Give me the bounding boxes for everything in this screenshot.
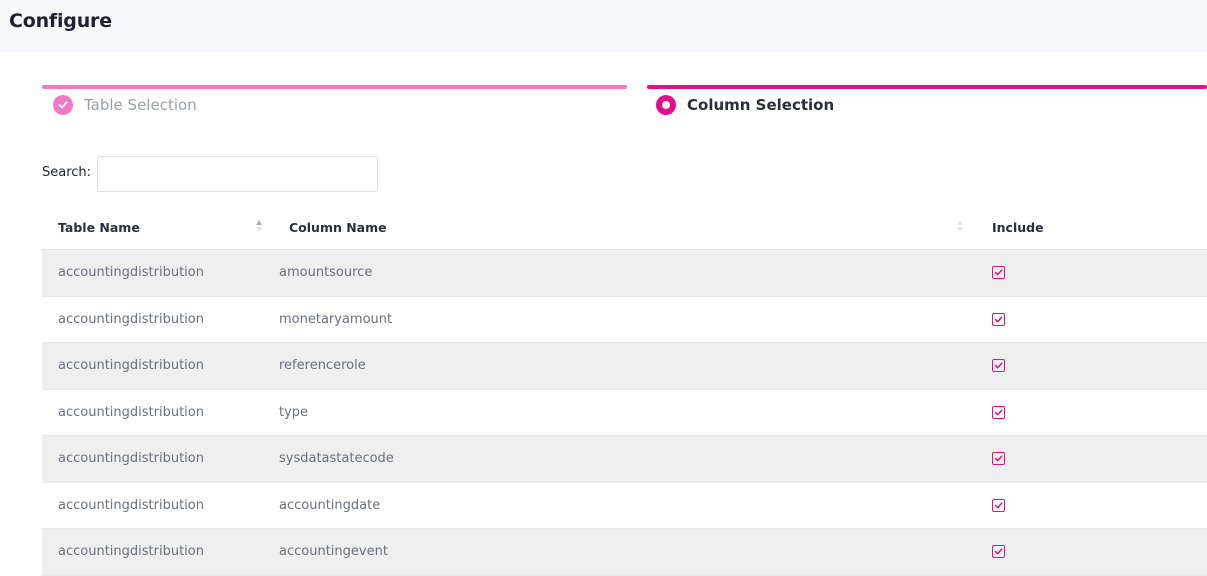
cell-table-name: accountingdistribution	[58, 497, 204, 513]
table-row: accountingdistribution sysdatastatecode	[42, 436, 1207, 483]
include-checkbox[interactable]	[992, 312, 1005, 326]
check-circle-icon	[53, 95, 73, 115]
cell-column-name: amountsource	[279, 265, 373, 280]
table-row: accountingdistribution amountsource	[42, 250, 1207, 297]
table-row: accountingdistribution referencerole	[42, 343, 1207, 390]
step-label-table-selection[interactable]: Table Selection	[84, 96, 197, 114]
cell-column-name: sysdatastatecode	[279, 451, 394, 466]
table-row: accountingdistribution accountingdate	[42, 482, 1207, 529]
sort-asc-icon[interactable]	[255, 219, 263, 233]
cell-table-name: accountingdistribution	[58, 451, 204, 466]
cell-table-name: accountingdistribution	[58, 404, 204, 420]
table-row: accountingdistribution type	[42, 389, 1207, 436]
column-header-column-name[interactable]: Column Name	[289, 220, 387, 235]
cell-table-name: accountingdistribution	[58, 544, 204, 559]
search-label: Search:	[42, 165, 92, 180]
include-checkbox[interactable]	[992, 266, 1005, 279]
include-checkbox[interactable]	[992, 498, 1005, 512]
search-input[interactable]	[97, 156, 378, 192]
cell-column-name: referencerole	[279, 358, 366, 373]
cell-column-name: accountingevent	[279, 544, 388, 559]
page-header: Configure	[0, 0, 1207, 52]
include-checkbox[interactable]	[992, 359, 1005, 372]
include-checkbox[interactable]	[992, 545, 1005, 558]
cell-column-name: type	[279, 404, 309, 420]
page-title: Configure	[9, 10, 112, 32]
sort-neutral-icon[interactable]	[956, 219, 964, 233]
cell-table-name: accountingdistribution	[58, 311, 204, 327]
step-label-column-selection[interactable]: Column Selection	[687, 96, 834, 114]
include-checkbox[interactable]	[992, 452, 1005, 465]
step-progress-bar-table-selection	[42, 85, 627, 89]
table-row: accountingdistribution accountingevent	[42, 529, 1207, 576]
table-header: Table Name Column Name Include	[42, 205, 1207, 250]
cell-table-name: accountingdistribution	[58, 265, 204, 280]
cell-table-name: accountingdistribution	[58, 358, 204, 373]
column-header-table-name[interactable]: Table Name	[58, 220, 140, 235]
radio-active-icon	[656, 95, 676, 115]
include-checkbox[interactable]	[992, 405, 1005, 419]
table-row: accountingdistribution monetaryamount	[42, 296, 1207, 343]
cell-column-name: accountingdate	[279, 497, 381, 513]
columns-table: Table Name Column Name Include accountin…	[42, 205, 1207, 576]
cell-column-name: monetaryamount	[279, 311, 393, 327]
column-header-include: Include	[992, 220, 1044, 235]
step-progress-bar-column-selection	[647, 85, 1207, 89]
